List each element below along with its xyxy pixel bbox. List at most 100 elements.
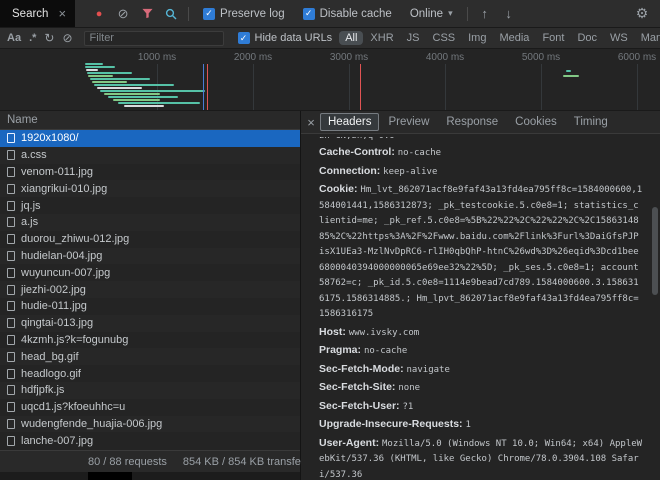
filter-funnel-icon[interactable] [135, 3, 159, 25]
file-icon [7, 385, 15, 395]
request-row[interactable]: hdfjpfk.js [0, 382, 300, 399]
timeline-gridline [253, 64, 254, 110]
file-icon [7, 268, 15, 278]
request-name: a.css [21, 149, 47, 161]
filter-pill-manifest[interactable]: Manifest [635, 31, 660, 45]
filter-pill-xhr[interactable]: XHR [364, 31, 399, 45]
throttling-select[interactable]: Online ▾ [410, 8, 453, 20]
request-row[interactable]: 1920x1080/ [0, 130, 300, 147]
request-row[interactable]: head_bg.gif [0, 348, 300, 365]
request-row[interactable]: headlogo.gif [0, 365, 300, 382]
file-icon [7, 150, 15, 160]
drawer-edge [0, 472, 300, 480]
waterfall-bar [108, 96, 178, 98]
request-name: wudengfende_huajia-006.jpg [21, 418, 162, 430]
waterfall-bar [113, 99, 160, 101]
request-list: 1920x1080/a.css venom-011.jpgxiangrikui-0… [0, 130, 300, 450]
match-case-icon[interactable]: Aa [7, 32, 21, 44]
request-row[interactable]: duorou_zhiwu-012.jpg [0, 231, 300, 248]
search-icon[interactable] [159, 3, 183, 25]
request-row[interactable]: jiezhi-002.jpg [0, 281, 300, 298]
name-column-header[interactable]: Name [0, 111, 300, 130]
header-value: www.ivsky.com [349, 328, 419, 338]
preserve-log-checkbox[interactable] [203, 8, 215, 20]
filter-pill-all[interactable]: All [339, 31, 363, 45]
file-icon [7, 234, 15, 244]
timeline-gridline [541, 64, 542, 110]
tab-timing[interactable]: Timing [566, 113, 616, 131]
filter-pill-css[interactable]: CSS [427, 31, 462, 45]
settings-gear-icon[interactable]: ⚙ [630, 3, 654, 25]
network-overview-timeline[interactable]: 1000 ms2000 ms3000 ms4000 ms5000 ms6000 … [0, 49, 660, 111]
tab-preview[interactable]: Preview [380, 113, 437, 131]
request-name: qingtai-013.jpg [21, 317, 93, 329]
preserve-log-toggle[interactable]: Preserve log [203, 8, 285, 20]
header-name: Pragma: [319, 344, 364, 356]
load-event-line [360, 64, 361, 110]
header-value: Hm_lvt_862071acf8e9faf43a13fd4ea795ff8c=… [319, 185, 642, 319]
request-row[interactable]: uqcd1.js?kfoeuhhc=u [0, 399, 300, 416]
regex-icon[interactable]: .* [29, 32, 36, 44]
clear-search-icon[interactable]: ⊘ [62, 31, 72, 45]
filter-pill-font[interactable]: Font [536, 31, 570, 45]
record-network-log-button[interactable]: ● [87, 3, 111, 25]
filter-pill-js[interactable]: JS [401, 31, 426, 45]
refresh-icon[interactable]: ↻ [44, 31, 54, 45]
request-row[interactable]: hudie-011.jpg [0, 298, 300, 315]
resource-type-filters: AllXHRJSCSSImgMediaFontDocWSManifestOthe… [339, 31, 660, 45]
tab-cookies[interactable]: Cookies [507, 113, 565, 131]
file-icon [7, 201, 15, 211]
transferred-size: 854 KB / 854 KB transferred [183, 456, 321, 468]
filter-pill-media[interactable]: Media [493, 31, 535, 45]
search-tab-label: Search [12, 8, 48, 20]
domcontentloaded-event-line [203, 64, 204, 110]
filter-pill-ws[interactable]: WS [604, 31, 634, 45]
request-row[interactable]: venom-011.jpg [0, 164, 300, 181]
filter-input[interactable] [84, 31, 224, 46]
disable-cache-label: Disable cache [320, 8, 392, 20]
header-name: Sec-Fetch-Site: [319, 381, 398, 393]
devtools-window: Search × ● ⊘ Preserve log Disable cache … [0, 0, 660, 480]
waterfall-bar [87, 72, 132, 74]
request-row[interactable]: lanche-007.jpg [0, 432, 300, 449]
tab-response[interactable]: Response [438, 113, 506, 131]
hide-data-urls-checkbox[interactable] [238, 32, 250, 44]
disable-cache-toggle[interactable]: Disable cache [303, 8, 392, 20]
hide-data-urls-toggle[interactable]: Hide data URLs [238, 32, 333, 44]
header-value: no-cache [364, 346, 407, 356]
details-tab-bar: × HeadersPreviewResponseCookiesTiming [301, 111, 660, 134]
network-toolbar: Search × ● ⊘ Preserve log Disable cache … [0, 0, 660, 28]
filter-pill-img[interactable]: Img [462, 31, 492, 45]
header-value: navigate [407, 365, 450, 375]
scrollbar-thumb[interactable] [652, 207, 658, 295]
file-icon [7, 217, 15, 227]
request-row[interactable]: wuyuncun-007.jpg [0, 264, 300, 281]
header-entry: User-Agent: Mozilla/5.0 (Windows NT 10.0… [319, 436, 644, 480]
request-row[interactable]: jq.js [0, 197, 300, 214]
request-row[interactable]: a.js [0, 214, 300, 231]
request-row[interactable]: qingtai-013.jpg [0, 315, 300, 332]
header-entry: Host: www.ivsky.com [319, 325, 644, 342]
export-har-icon[interactable]: ↓ [497, 3, 521, 25]
network-main-area: Name 1920x1080/a.css venom-011.jpgxiangri… [0, 111, 660, 480]
request-row[interactable]: wudengfende_huajia-006.jpg [0, 416, 300, 433]
disable-cache-checkbox[interactable] [303, 8, 315, 20]
search-tab-close-icon[interactable]: × [58, 6, 66, 21]
import-har-icon[interactable]: ↑ [473, 3, 497, 25]
tab-headers[interactable]: Headers [320, 113, 379, 131]
request-row[interactable]: hudielan-004.jpg [0, 248, 300, 265]
waterfall-bar [85, 66, 115, 68]
request-row[interactable]: xiangrikui-010.jpg [0, 180, 300, 197]
clear-network-log-icon[interactable]: ⊘ [111, 3, 135, 25]
request-row[interactable]: 4kzmh.js?k=fogunubg [0, 332, 300, 349]
details-scrollbar[interactable] [651, 135, 659, 479]
timeline-gridline [637, 64, 638, 110]
header-entry: Cache-Control: no-cache [319, 145, 644, 162]
filter-pill-doc[interactable]: Doc [571, 31, 603, 45]
search-drawer-tab[interactable]: Search × [0, 0, 75, 27]
close-details-icon[interactable]: × [303, 115, 319, 130]
throttling-value: Online [410, 8, 443, 20]
request-row[interactable]: a.css [0, 147, 300, 164]
details-tabs: HeadersPreviewResponseCookiesTiming [320, 113, 616, 131]
file-icon [7, 318, 15, 328]
